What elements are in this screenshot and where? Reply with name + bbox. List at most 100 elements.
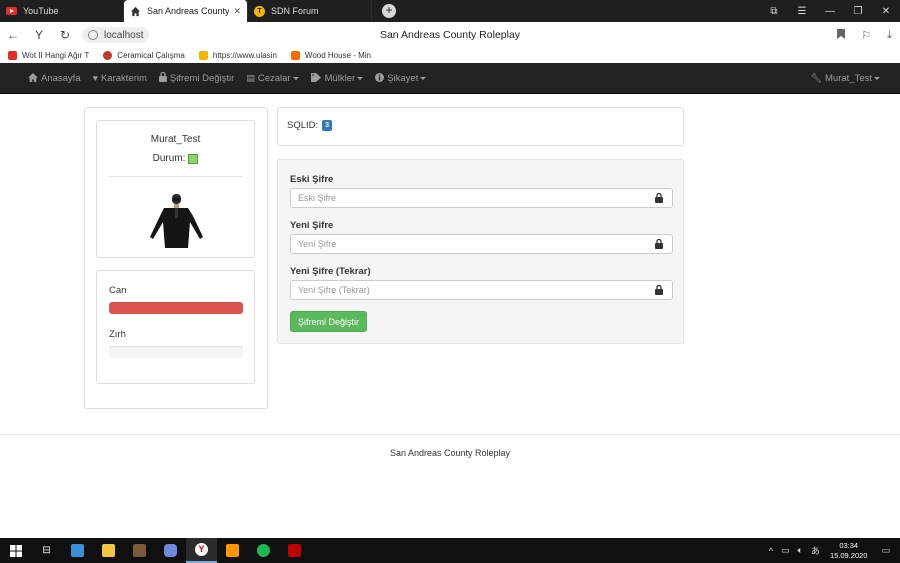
sqlid-panel: SQLID: 3 (277, 107, 684, 146)
nav-label: Şikayet (387, 72, 419, 84)
health-label: Can (109, 285, 127, 296)
change-password-button[interactable]: Şifremi Değiştir (290, 311, 368, 332)
discord-icon[interactable] (155, 538, 186, 563)
nav-label: Mülkler (324, 72, 356, 84)
heart-icon: ♥ (92, 73, 98, 83)
caret-down-icon (292, 76, 299, 80)
nav-karakterim[interactable]: ♥ Karakterim (93, 73, 147, 84)
youtube-icon (8, 51, 17, 60)
yandex-icon[interactable]: Y (26, 28, 52, 42)
minimize-button[interactable]: — (816, 0, 844, 22)
change-password-form: Eski Şifre Yeni Şifre Yeni Şifre (Tekrar… (277, 159, 684, 344)
caret-down-icon (420, 76, 427, 80)
health-bar (109, 302, 243, 314)
language-icon[interactable]: あ (811, 544, 820, 557)
bookmark-item[interactable]: https://www.ulasin (198, 51, 277, 60)
up-icon (198, 51, 208, 60)
list-icon: ▤ (246, 72, 255, 83)
tab-youtube[interactable]: YouTube (0, 0, 124, 22)
nav-sikayet[interactable]: Şikayet (375, 72, 427, 84)
clock-time: 03:34 (839, 540, 859, 550)
sdn-icon: T (254, 5, 265, 17)
nav-user-label: Murat_Test (825, 73, 872, 84)
bookmark-label: Wot II Hangi Ağır T (22, 51, 90, 60)
start-button[interactable] (0, 538, 31, 563)
info-icon (375, 72, 385, 84)
tab-sdn-forum[interactable]: T SDN Forum (248, 0, 372, 22)
old-password-label: Eski Şifre (290, 174, 334, 185)
nav-user-menu[interactable]: 🔧︎ Murat_Test (811, 73, 880, 84)
health-bar-fill (109, 302, 243, 314)
nav-label: Cezalar (257, 72, 291, 84)
stats-card: Can Zırh (96, 270, 255, 384)
hb-icon (290, 51, 300, 60)
address-bar: ← Y ↻ localhost San Andreas County Rolep… (0, 22, 900, 48)
taskbar: ⊟ Y ^ ▭ 🔈︎ あ 03:34 15.09.2020 ▭ (0, 538, 900, 563)
maximize-button[interactable]: ❐ (844, 0, 872, 22)
nav-sifremi-degistir[interactable]: Şifremi Değiştir (158, 71, 235, 84)
filezilla-icon[interactable] (279, 538, 310, 563)
sqlid-row: SQLID: 3 (287, 120, 333, 131)
nav-anasayfa[interactable]: Anasayfa (28, 72, 81, 84)
close-tab-icon[interactable]: ✕ (233, 6, 241, 17)
spotify-icon[interactable] (248, 538, 279, 563)
protect-icon[interactable]: ⚐ (861, 29, 871, 42)
file-explorer-icon[interactable] (93, 538, 124, 563)
old-password-input[interactable] (290, 188, 673, 208)
home-icon (130, 6, 141, 17)
clock-date: 15.09.2020 (829, 550, 868, 560)
sqlid-label: SQLID: (287, 120, 319, 131)
sqlid-badge: 3 (322, 120, 333, 131)
tabs-icon[interactable]: ⧉ (760, 0, 788, 22)
chevron-up-icon[interactable]: ^ (769, 546, 773, 556)
task-view-icon[interactable]: ⊟ (31, 538, 62, 563)
url-field[interactable]: localhost (82, 27, 150, 43)
lock-icon (655, 239, 663, 249)
close-window-button[interactable]: ✕ (872, 0, 900, 22)
nav-cezalar[interactable]: ▤ Cezalar (246, 72, 299, 84)
avatar (150, 194, 203, 248)
home-icon (28, 72, 38, 84)
profile-card: Murat_Test Durum: (96, 120, 255, 258)
tab-title: San Andreas County Rol (147, 6, 230, 16)
status-label: Durum: (152, 153, 186, 164)
clock[interactable]: 03:34 15.09.2020 (830, 541, 868, 561)
repeat-password-label: Yeni Şifre (Tekrar) (290, 266, 371, 277)
system-tray: ^ ▭ 🔈︎ あ 03:34 15.09.2020 ▭ (765, 538, 900, 563)
tab-title: YouTube (23, 6, 59, 16)
reload-icon[interactable]: ↻ (52, 28, 78, 42)
profile-name: Murat_Test (150, 134, 201, 145)
download-icon[interactable]: ⤓ (887, 29, 892, 42)
url-text: localhost (104, 29, 144, 41)
bookmark-label: Wood House - Min (304, 51, 372, 60)
sublime-icon[interactable] (217, 538, 248, 563)
lock-icon (655, 193, 663, 203)
site-navbar: Anasayfa ♥ Karakterim Şifremi Değiştir ▤… (0, 63, 900, 94)
tags-icon (310, 72, 322, 84)
game-icon[interactable] (124, 538, 155, 563)
repeat-password-input[interactable] (290, 280, 673, 300)
ladybug-icon (103, 51, 113, 60)
bookmark-item[interactable]: Ceramical Çalışma (103, 51, 185, 60)
yandex-browser-icon[interactable]: Y (186, 538, 217, 563)
bookmark-item[interactable]: Wood House - Min (290, 51, 372, 60)
nav-label: Şifremi Değiştir (169, 72, 235, 84)
bookmark-icon[interactable] (837, 28, 846, 42)
footer-text: San Andreas County Roleplay (389, 448, 511, 458)
network-icon[interactable]: ▭ (781, 545, 790, 556)
window-controls: ⧉ ☰ — ❐ ✕ (760, 0, 900, 22)
globe-icon (88, 30, 98, 40)
notifications-icon[interactable]: ▭ (881, 545, 890, 556)
tab-san-andreas[interactable]: San Andreas County Rol ✕ (124, 0, 248, 22)
back-arrow-icon[interactable]: ← (0, 28, 26, 42)
nav-mulkler[interactable]: Mülkler (310, 72, 364, 84)
browser-tab-bar: YouTube San Andreas County Rol ✕ T SDN F… (0, 0, 900, 22)
new-password-input[interactable] (290, 234, 673, 254)
lock-icon (655, 285, 663, 295)
app-icon[interactable] (62, 538, 93, 563)
bookmark-item[interactable]: Wot II Hangi Ağır T (8, 51, 89, 60)
bookmarks-bar: Wot II Hangi Ağır T Ceramical Çalışma ht… (0, 48, 900, 63)
volume-icon[interactable]: 🔈︎ (798, 545, 803, 556)
new-tab-button[interactable]: + (382, 4, 396, 18)
menu-icon[interactable]: ☰ (788, 0, 816, 22)
